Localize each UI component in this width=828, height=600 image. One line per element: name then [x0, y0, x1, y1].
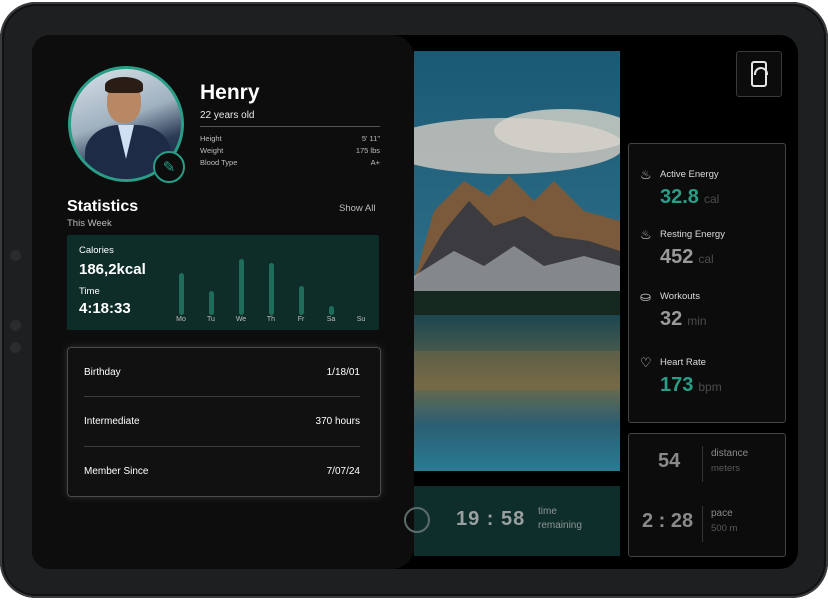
- user-name: Henry: [200, 81, 260, 104]
- metric-value: 452: [660, 246, 694, 268]
- calories-label: Calories: [79, 245, 114, 256]
- detail-row-member-since: Member Since 7/07/24: [84, 466, 360, 477]
- chart-bar-fill: [208, 291, 214, 315]
- sensor-dot: [10, 320, 21, 331]
- divider: [200, 126, 380, 127]
- flame-icon: ♨: [640, 167, 652, 182]
- flame-icon: ♨: [640, 227, 652, 242]
- chart-bar: [201, 291, 221, 315]
- distance-unit: meters: [711, 463, 741, 474]
- landscape-image: [414, 51, 620, 471]
- calories-value: 186,2kcal: [79, 261, 146, 278]
- metric-unit: cal: [698, 252, 714, 266]
- phone-signal-icon: [751, 61, 768, 87]
- timer-label: time: [538, 506, 557, 517]
- user-age: 22 years old: [200, 110, 255, 121]
- statistics-subtitle: This Week: [67, 218, 112, 229]
- distance-label: distance: [711, 448, 749, 459]
- detail-row-birthday: Birthday 1/18/01: [84, 367, 360, 378]
- chart-bar-fill: [298, 286, 304, 315]
- timer-value: 19 : 58: [456, 508, 526, 530]
- timer-label: remaining: [538, 520, 582, 531]
- connect-device-button[interactable]: [736, 51, 782, 97]
- info-row-weight: Weight 175 lbs: [200, 146, 380, 155]
- weekly-stats-card: Calories 186,2kcal Time 4:18:33 Mo Tu We Th…: [67, 235, 379, 330]
- divider: [702, 506, 703, 542]
- divider: [84, 396, 360, 397]
- workout-icon: ⛀: [640, 289, 651, 304]
- weekly-bar-chart: Mo Tu We Th Fr Sa Su: [171, 243, 365, 327]
- heart-rate-icon: ♡: [640, 355, 652, 370]
- chart-bar: [321, 306, 341, 315]
- chart-bar: [261, 263, 281, 315]
- edit-profile-button[interactable]: ✎: [153, 151, 185, 183]
- timer-icon: [404, 507, 430, 533]
- pace-value: 2 : 28: [642, 510, 694, 532]
- time-value: 4:18:33: [79, 300, 131, 317]
- distance-value: 54: [658, 450, 681, 472]
- metric-value: 173: [660, 374, 694, 396]
- info-row-blood-type: Blood Type A+: [200, 158, 380, 167]
- chart-bar-fill: [178, 273, 184, 315]
- chart-day-label: Fr: [297, 316, 305, 323]
- pace-label: pace: [711, 508, 733, 519]
- metric-unit: cal: [703, 192, 720, 206]
- chart-bar: [291, 286, 311, 315]
- divider: [702, 446, 703, 482]
- chart-bar: [231, 259, 251, 315]
- chart-bar-fill: [238, 259, 244, 315]
- metric-value: 32: [660, 308, 683, 330]
- chart-bar-fill: [328, 306, 334, 315]
- chart-day-label: Sa: [326, 316, 336, 323]
- details-card: Birthday 1/18/01 Intermediate 370 hours …: [67, 347, 381, 497]
- info-row-height: Height 5' 11": [200, 134, 380, 143]
- chart-bar-fill: [268, 263, 274, 315]
- tablet-frame: ✎ Henry 22 years old Height 5' 11" Weigh…: [0, 2, 828, 598]
- time-label: Time: [79, 286, 100, 297]
- energy-card: ♨ Active Energy 32.8 cal ♨ Resting Energy…: [628, 143, 786, 423]
- metric-unit: bpm: [698, 380, 722, 394]
- sensor-dot: [10, 342, 21, 353]
- profile-panel: ✎ Henry 22 years old Height 5' 11" Weigh…: [32, 35, 414, 569]
- statistics-title: Statistics: [67, 198, 139, 215]
- divider: [84, 446, 360, 447]
- chart-day-label: Mo: [176, 316, 186, 323]
- chart-day-label: Th: [266, 316, 276, 323]
- pace-unit: 500 m: [711, 523, 738, 534]
- chart-day-label: Tu: [207, 316, 215, 323]
- pencil-icon: ✎: [162, 159, 176, 176]
- app-screen: ✎ Henry 22 years old Height 5' 11" Weigh…: [32, 35, 798, 569]
- metric-unit: min: [687, 314, 707, 328]
- chart-bar: [171, 273, 191, 315]
- distance-pace-card: 54 distance meters 2 : 28 pace 500 m: [628, 433, 786, 557]
- show-all-link[interactable]: Show All: [339, 203, 375, 214]
- chart-day-label: Su: [356, 316, 366, 323]
- chart-day-label: We: [235, 316, 247, 323]
- camera-dot: [10, 250, 21, 261]
- timer-card: 19 : 58 time remaining: [404, 486, 620, 556]
- detail-row-intermediate: Intermediate 370 hours: [84, 416, 360, 427]
- metric-value: 32.8: [660, 186, 699, 208]
